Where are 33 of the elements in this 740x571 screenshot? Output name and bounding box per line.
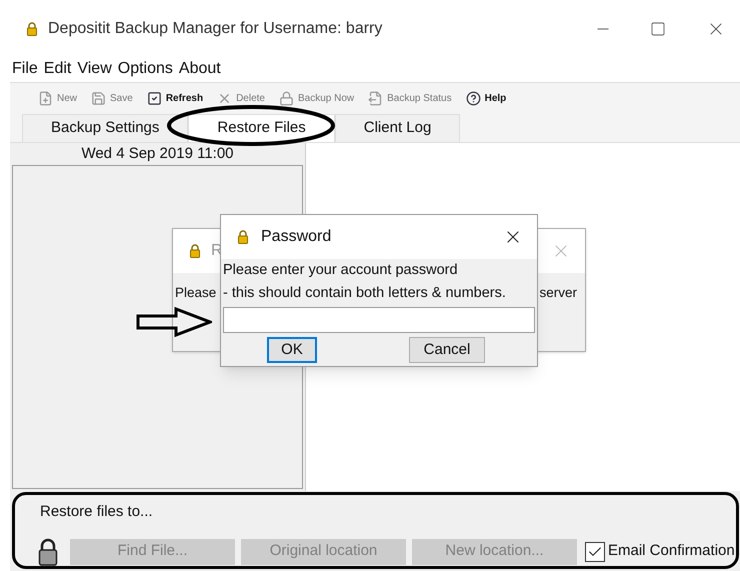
restore-label: Restore files to...: [40, 502, 154, 522]
menu-item[interactable]: File: [12, 57, 38, 81]
password-field[interactable]: [223, 307, 535, 333]
question-icon: [466, 91, 481, 106]
email-confirmation-checkbox[interactable]: [585, 542, 605, 562]
email-confirmation-label: Email Confirmation: [608, 541, 735, 562]
dialog-message: Please: [175, 284, 216, 302]
menu-item[interactable]: About: [178, 57, 221, 81]
menu-item[interactable]: View: [77, 57, 112, 81]
tab[interactable]: Restore Files: [188, 114, 335, 142]
padlock-icon: [38, 538, 58, 566]
dialog-message: - this should contain both letters & numbers.: [222, 284, 507, 303]
padlock-icon: [26, 22, 38, 36]
menu-item[interactable]: Options: [118, 57, 173, 81]
file-plus-icon: [38, 91, 53, 106]
dialog-button[interactable]: Cancel: [409, 337, 485, 363]
toolbar-button[interactable]: Refresh: [146, 91, 204, 106]
padlock-icon: [278, 91, 294, 106]
dialog-title: Password: [261, 227, 332, 247]
menu-item[interactable]: Edit: [44, 57, 72, 81]
padlock-icon: [189, 244, 201, 258]
backup-date[interactable]: Wed 4 Sep 2019 11:00: [10, 143, 305, 165]
file-arrow-icon: [368, 91, 384, 106]
dialog-message: server: [539, 284, 577, 302]
maximize-icon[interactable]: [650, 21, 666, 37]
dialog-message: Please enter your account password: [222, 261, 459, 280]
toolbar-button[interactable]: Help: [466, 91, 506, 106]
dialog-button[interactable]: OK: [267, 337, 317, 363]
window-title: Depositit Backup Manager for Username: barry: [48, 19, 382, 39]
padlock-icon: [237, 230, 249, 244]
checkbox-icon: [146, 91, 162, 106]
tab[interactable]: Backup Settings: [22, 114, 188, 142]
tab[interactable]: Client Log: [334, 114, 460, 142]
